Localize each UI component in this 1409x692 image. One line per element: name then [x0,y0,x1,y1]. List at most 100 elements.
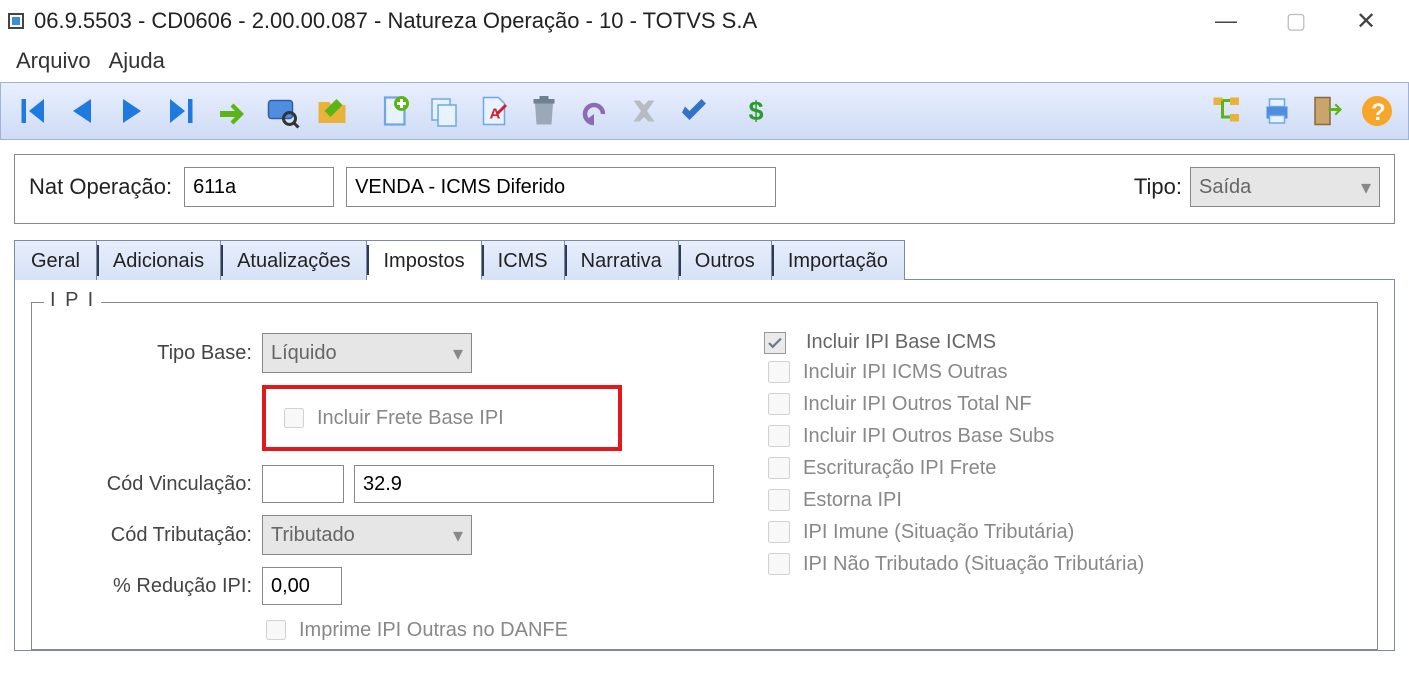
check-row[interactable]: IPI Não Tributado (Situação Tributária) [764,550,1357,578]
first-button[interactable] [9,88,55,134]
currency-icon: $ [738,93,774,129]
undo-button[interactable] [571,88,617,134]
check-label: Incluir IPI Outros Base Subs [803,425,1054,448]
checkbox[interactable] [768,457,790,479]
tipo-combo[interactable]: Saída ▾ [1190,167,1380,207]
checkbox[interactable] [768,521,790,543]
first-icon [14,93,50,129]
copy-icon [426,93,462,129]
exit-button[interactable] [1304,88,1350,134]
print-button[interactable] [1254,88,1300,134]
tab-narrativa[interactable]: Narrativa [565,240,679,280]
nat-operacao-label: Nat Operação: [29,174,172,200]
help-button[interactable]: ? [1354,88,1400,134]
cod-tributacao-combo[interactable]: Tributado ▾ [262,515,472,555]
app-icon [8,13,24,29]
perc-reducao-input[interactable] [262,567,342,605]
svg-text:?: ? [1371,99,1386,126]
checkbox-checked-icon[interactable] [764,332,786,354]
check-row[interactable]: Incluir IPI Outros Base Subs [764,422,1357,450]
folder-properties-button[interactable] [309,88,355,134]
tipo-base-combo[interactable]: Líquido ▾ [262,333,472,373]
delete-button[interactable] [521,88,567,134]
tab-adicionais[interactable]: Adicionais [97,240,221,280]
incluir-frete-checkbox[interactable] [284,408,304,428]
rename-button[interactable]: A [471,88,517,134]
menu-arquivo[interactable]: Arquivo [16,48,91,74]
help-icon: ? [1359,93,1395,129]
check-row[interactable]: Incluir IPI Outros Total NF [764,390,1357,418]
checkbox[interactable] [768,393,790,415]
checkbox[interactable] [768,425,790,447]
maximize-button[interactable]: ▢ [1261,8,1331,34]
tree-button[interactable] [1204,88,1250,134]
cod-tributacao-value: Tributado [271,524,355,547]
chevron-down-icon: ▾ [453,523,463,548]
new-button[interactable] [371,88,417,134]
tab-impostos[interactable]: Impostos [367,240,481,280]
check-label: Incluir IPI ICMS Outras [803,361,1008,384]
prev-button[interactable] [59,88,105,134]
imprime-danfe-row[interactable]: Imprime IPI Outras no DANFE [262,617,714,643]
highlight-incluir-frete: Incluir Frete Base IPI [262,385,622,451]
window-title: 06.9.5503 - CD0606 - 2.00.00.087 - Natur… [34,8,1191,34]
print-icon [1259,93,1295,129]
groupbox-legend: I P I [44,289,101,312]
confirm-button[interactable] [671,88,717,134]
checkbox[interactable] [768,361,790,383]
tipo-base-label: Tipo Base: [52,342,252,365]
cod-vinculacao-label: Cód Vinculação: [52,473,252,496]
new-icon [376,93,412,129]
tab-geral[interactable]: Geral [14,240,97,280]
copy-button[interactable] [421,88,467,134]
nat-operacao-desc-input[interactable] [346,167,776,207]
groupbox-ipi: I P I Tipo Base: Líquido ▾ Inclu [31,302,1378,650]
header-panel: Nat Operação: Tipo: Saída ▾ [14,154,1395,224]
next-icon [114,93,150,129]
checkbox[interactable] [768,553,790,575]
cod-tributacao-label: Cód Tributação: [52,524,252,547]
check-row[interactable]: IPI Imune (Situação Tributária) [764,518,1357,546]
last-icon [164,93,200,129]
cod-vinculacao-val-input[interactable] [354,465,714,503]
minimize-button[interactable]: — [1191,8,1261,34]
search-button[interactable] [259,88,305,134]
check-row[interactable]: Incluir IPI ICMS Outras [764,358,1357,386]
confirm-icon [676,93,712,129]
checkbox[interactable] [768,489,790,511]
tab-strip: Geral Adicionais Atualizações Impostos I… [14,240,1395,280]
chevron-down-icon: ▾ [453,341,463,366]
tab-page-impostos: I P I Tipo Base: Líquido ▾ Inclu [14,279,1395,651]
cancel-button[interactable] [621,88,667,134]
next-button[interactable] [109,88,155,134]
nat-operacao-code-input[interactable] [184,167,334,207]
check-row[interactable]: Escrituração IPI Frete [764,454,1357,482]
tipo-label: Tipo: [1134,174,1182,200]
check-label: Incluir IPI Outros Total NF [803,393,1032,416]
cancel-icon [626,93,662,129]
undo-icon [576,93,612,129]
menu-ajuda[interactable]: Ajuda [109,48,165,74]
incluir-frete-checkbox-row[interactable]: Incluir Frete Base IPI [280,405,604,431]
close-button[interactable]: ✕ [1331,7,1401,36]
last-button[interactable] [159,88,205,134]
imprime-danfe-label: Imprime IPI Outras no DANFE [299,619,568,642]
imprime-danfe-checkbox[interactable] [266,620,286,640]
perc-reducao-label: % Redução IPI: [52,575,252,598]
currency-button[interactable]: $ [733,88,779,134]
svg-text:$: $ [749,96,764,126]
tab-atualizacoes[interactable]: Atualizações [221,240,367,280]
tab-icms[interactable]: ICMS [482,240,565,280]
title-bar: 06.9.5503 - CD0606 - 2.00.00.087 - Natur… [0,0,1409,42]
check-row[interactable]: Estorna IPI [764,486,1357,514]
check-label: Escrituração IPI Frete [803,457,996,480]
incluir-frete-label: Incluir Frete Base IPI [317,407,504,430]
check-row[interactable]: Incluir IPI Base ICMS [764,331,1357,354]
cod-vinculacao-code-input[interactable] [262,465,344,503]
goto-button[interactable] [209,88,255,134]
menu-bar: Arquivo Ajuda [0,42,1409,82]
tab-importacao[interactable]: Importação [772,240,905,280]
tab-outros[interactable]: Outros [679,240,772,280]
folder-properties-icon [314,93,350,129]
check-label: IPI Não Tributado (Situação Tributária) [803,553,1144,576]
